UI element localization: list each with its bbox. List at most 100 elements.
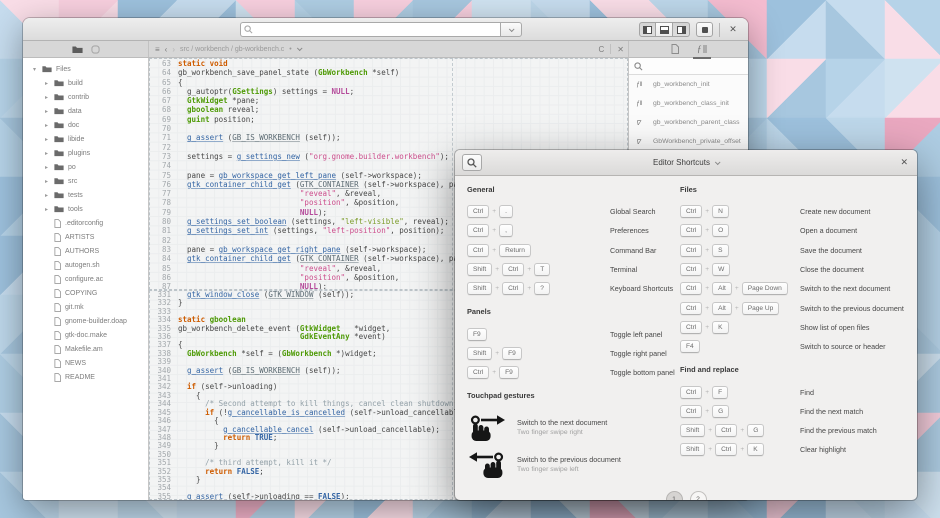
- line-number: 86: [150, 273, 176, 282]
- keycap: Ctrl: [680, 244, 702, 257]
- search-input[interactable]: [240, 22, 500, 37]
- tree-label: data: [68, 108, 82, 115]
- expander-icon[interactable]: ▸: [43, 80, 50, 87]
- tree-row[interactable]: ▸po: [23, 160, 148, 174]
- key-combo: Ctrl+Alt+Page Down: [680, 282, 800, 295]
- bottom-panel-icon: [660, 26, 669, 34]
- expander-icon[interactable]: ▸: [43, 108, 50, 115]
- tree-row[interactable]: configure.ac: [23, 272, 148, 286]
- line-number: 87: [150, 282, 176, 290]
- breadcrumb[interactable]: src / workbench / gb-workbench.c: [180, 46, 284, 53]
- tree-row[interactable]: ▸ data: [23, 104, 148, 118]
- shortcuts-body: GeneralCtrl+.Global SearchCtrl+,Preferen…: [455, 176, 917, 482]
- search-dropdown-button[interactable]: [500, 22, 522, 37]
- tree-label: Makefile.am: [65, 346, 103, 353]
- code-text: "reveal", &reveal,: [176, 189, 381, 198]
- breadcrumb-chevron-icon[interactable]: [297, 45, 303, 51]
- tree-row-root[interactable]: ▾Files: [23, 62, 148, 76]
- tree-row[interactable]: .editorconfig: [23, 216, 148, 230]
- expander-icon[interactable]: ▾: [31, 66, 38, 73]
- expander-icon[interactable]: ▸: [43, 94, 50, 101]
- shortcut-row: Ctrl+FFind: [680, 382, 905, 401]
- tree-row[interactable]: git.mk: [23, 300, 148, 314]
- code-text: g_assert (GB_IS_WORKBENCH (self));: [176, 367, 341, 375]
- nav-forward-icon[interactable]: ›: [172, 45, 175, 54]
- panel-headers-row: ≡ ‹ › src / workbench / gb-workbench.c •…: [23, 41, 748, 58]
- page-button-1[interactable]: 1: [666, 491, 683, 500]
- dialog-close-button[interactable]: ✕: [900, 157, 908, 168]
- key-combo: Ctrl+F: [680, 386, 800, 399]
- gesture-label: Switch to the previous document: [517, 455, 621, 464]
- close-view-button[interactable]: ✕: [617, 45, 624, 54]
- tree-label: AUTHORS: [65, 248, 99, 255]
- tab-symbols[interactable]: ƒ: [695, 41, 709, 57]
- tree-row[interactable]: README: [23, 370, 148, 384]
- page-button-2[interactable]: 2: [690, 491, 707, 500]
- code-text: gtk_window_close (GTK_WINDOW (self));: [176, 291, 354, 299]
- key-combo: Ctrl+O: [680, 224, 800, 237]
- symbol-row[interactable]: ∇gb_workbench_parent_class: [629, 113, 748, 132]
- shortcut-search-button[interactable]: [462, 154, 482, 171]
- symbol-search[interactable]: [629, 58, 748, 75]
- line-number: 85: [150, 264, 176, 273]
- dialog-title-button[interactable]: Editor Shortcuts: [653, 158, 719, 167]
- tree-row[interactable]: AUTHORS: [23, 244, 148, 258]
- expander-icon[interactable]: ▸: [43, 150, 50, 157]
- plus-separator: +: [492, 208, 496, 215]
- code-text: "position", &position,: [176, 198, 399, 207]
- expander-icon[interactable]: ▸: [43, 178, 50, 185]
- tree-row[interactable]: ▸contrib: [23, 90, 148, 104]
- tree-row[interactable]: ▸tools: [23, 202, 148, 216]
- tree-row[interactable]: ▸plugins: [23, 146, 148, 160]
- keycap: Page Down: [742, 282, 788, 295]
- keycap: N: [712, 205, 729, 218]
- toggle-left-panel-button[interactable]: [639, 22, 656, 37]
- symbol-row[interactable]: ƒ‖gb_workbench_class_init: [629, 94, 748, 113]
- window-close-button[interactable]: ✕: [726, 24, 740, 35]
- section-title: Touchpad gestures: [467, 382, 668, 402]
- symbol-row[interactable]: ƒ‖gb_workbench_init: [629, 75, 748, 94]
- expander-icon[interactable]: ▸: [43, 192, 50, 199]
- tab-documents[interactable]: [669, 41, 681, 57]
- key-combo: Shift+Ctrl+T: [467, 263, 610, 276]
- expander-icon[interactable]: ▸: [43, 206, 50, 213]
- left-panel-icon: [643, 26, 652, 34]
- expander-icon[interactable]: ▸: [43, 164, 50, 171]
- function-icon: ƒ‖: [636, 100, 649, 107]
- code-text: settings = g_settings_new ("org.gnome.bu…: [176, 152, 449, 161]
- expander-icon[interactable]: ▸: [43, 136, 50, 143]
- tree-row[interactable]: NEWS: [23, 356, 148, 370]
- right-panel-icon: [677, 26, 686, 34]
- plus-separator: +: [705, 266, 709, 273]
- gesture-sublabel: Two finger swipe right: [517, 429, 607, 436]
- line-number: 68: [150, 105, 176, 114]
- nav-back-icon[interactable]: ‹: [165, 45, 168, 54]
- tree-row[interactable]: COPYING: [23, 286, 148, 300]
- tree-row[interactable]: autogen.sh: [23, 258, 148, 272]
- tree-row[interactable]: ▸src: [23, 174, 148, 188]
- line-number: 70: [150, 124, 176, 133]
- tree-label: gtk-doc.make: [65, 332, 107, 339]
- folder-icon: [54, 163, 64, 171]
- tree-row[interactable]: ▸doc: [23, 118, 148, 132]
- symbol-row[interactable]: ∇GbWorkbench_private_offset: [629, 132, 748, 151]
- tree-row[interactable]: ARTISTS: [23, 230, 148, 244]
- tree-row[interactable]: ▸build: [23, 76, 148, 90]
- toggle-bottom-panel-button[interactable]: [656, 22, 673, 37]
- tree-row[interactable]: Makefile.am: [23, 342, 148, 356]
- view-menu-icon[interactable]: ≡: [155, 45, 160, 54]
- tree-row[interactable]: ▸libide: [23, 132, 148, 146]
- file-icon: [54, 331, 61, 340]
- device-icon[interactable]: [91, 45, 100, 54]
- expander-icon[interactable]: ▸: [43, 122, 50, 129]
- tree-row[interactable]: ▸tests: [23, 188, 148, 202]
- project-tree-icon[interactable]: [72, 45, 83, 54]
- tree-row[interactable]: gnome-builder.doap: [23, 314, 148, 328]
- app-menu-button[interactable]: [696, 22, 713, 37]
- tree-row[interactable]: gtk-doc.make: [23, 328, 148, 342]
- keycap: Ctrl: [680, 282, 702, 295]
- plus-separator: +: [492, 247, 496, 254]
- code-text: [176, 236, 178, 245]
- split-view-button[interactable]: C: [599, 45, 605, 54]
- toggle-right-panel-button[interactable]: [673, 22, 690, 37]
